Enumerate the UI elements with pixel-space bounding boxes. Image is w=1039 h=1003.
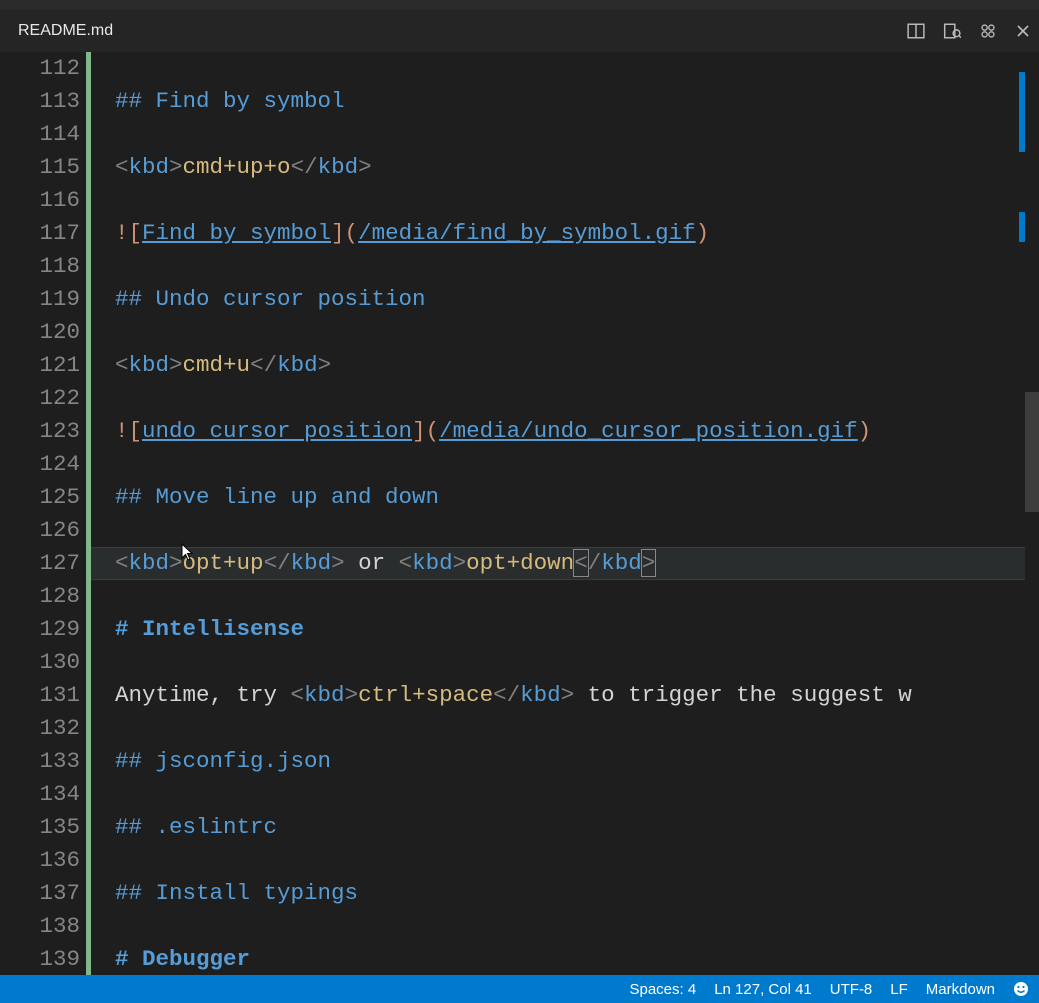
- line-number: 130: [0, 646, 80, 679]
- code-line[interactable]: # Intellisense: [115, 613, 1039, 646]
- code-line[interactable]: ## .eslintrc: [115, 811, 1039, 844]
- line-number: 136: [0, 844, 80, 877]
- status-bar: Spaces: 4 Ln 127, Col 41 UTF-8 LF Markdo…: [0, 975, 1039, 1003]
- line-number: 117: [0, 217, 80, 250]
- scrollbar-thumb[interactable]: [1025, 392, 1039, 512]
- status-eol[interactable]: LF: [890, 981, 908, 998]
- code-line[interactable]: [115, 778, 1039, 811]
- code-line[interactable]: Anytime, try <kbd>ctrl+space</kbd> to tr…: [115, 679, 1039, 712]
- line-number: 129: [0, 613, 80, 646]
- line-number: 120: [0, 316, 80, 349]
- line-number: 128: [0, 580, 80, 613]
- code-line[interactable]: [115, 250, 1039, 283]
- code-line[interactable]: [115, 646, 1039, 679]
- editor[interactable]: 1121131141151161171181191201211221231241…: [0, 52, 1039, 975]
- code-line[interactable]: ## jsconfig.json: [115, 745, 1039, 778]
- line-number: 135: [0, 811, 80, 844]
- code-line[interactable]: [115, 52, 1039, 85]
- open-preview-icon[interactable]: [943, 22, 961, 40]
- code-line[interactable]: <kbd>cmd+u</kbd>: [115, 349, 1039, 382]
- code-line[interactable]: ## Install typings: [115, 877, 1039, 910]
- window-titlebar: README.md - vscode-tips-and-tricks: [0, 0, 1039, 10]
- status-cursor-position[interactable]: Ln 127, Col 41: [714, 981, 812, 998]
- code-line[interactable]: [115, 316, 1039, 349]
- code-line[interactable]: [115, 448, 1039, 481]
- code-line[interactable]: [115, 844, 1039, 877]
- line-number-gutter: 1121131141151161171181191201211221231241…: [0, 52, 86, 975]
- code-line[interactable]: [115, 514, 1039, 547]
- line-number: 122: [0, 382, 80, 415]
- status-encoding[interactable]: UTF-8: [830, 981, 873, 998]
- line-number: 131: [0, 679, 80, 712]
- line-number: 126: [0, 514, 80, 547]
- code-line[interactable]: [115, 580, 1039, 613]
- code-line[interactable]: [115, 910, 1039, 943]
- code-area[interactable]: ## Find by symbol <kbd>cmd+up+o</kbd> ![Fi…: [91, 52, 1039, 975]
- code-line[interactable]: ## Find by symbol: [115, 85, 1039, 118]
- code-line[interactable]: [115, 712, 1039, 745]
- active-tab[interactable]: README.md: [18, 22, 113, 40]
- line-number: 138: [0, 910, 80, 943]
- line-number: 132: [0, 712, 80, 745]
- line-number: 114: [0, 118, 80, 151]
- overview-ruler: [1019, 52, 1025, 975]
- line-number: 118: [0, 250, 80, 283]
- editor-tab-bar: README.md: [0, 10, 1039, 52]
- line-number: 125: [0, 481, 80, 514]
- code-line[interactable]: [115, 382, 1039, 415]
- line-number: 133: [0, 745, 80, 778]
- line-number: 119: [0, 283, 80, 316]
- code-line[interactable]: ## Undo cursor position: [115, 283, 1039, 316]
- line-number: 115: [0, 151, 80, 184]
- split-editor-icon[interactable]: [907, 22, 925, 40]
- code-line[interactable]: <kbd>opt+up</kbd> or <kbd>opt+down</kbd>: [91, 547, 1039, 580]
- line-number: 112: [0, 52, 80, 85]
- code-line[interactable]: <kbd>cmd+up+o</kbd>: [115, 151, 1039, 184]
- code-line[interactable]: [115, 118, 1039, 151]
- line-number: 113: [0, 85, 80, 118]
- code-line[interactable]: ![undo cursor position](/media/undo_curs…: [115, 415, 1039, 448]
- line-number: 116: [0, 184, 80, 217]
- feedback-smiley-icon[interactable]: [1013, 981, 1029, 997]
- line-number: 124: [0, 448, 80, 481]
- code-line[interactable]: # Debugger: [115, 943, 1039, 975]
- line-number: 127: [0, 547, 80, 580]
- line-number: 139: [0, 943, 80, 976]
- code-line[interactable]: [115, 184, 1039, 217]
- status-language-mode[interactable]: Markdown: [926, 981, 995, 998]
- line-number: 121: [0, 349, 80, 382]
- line-number: 123: [0, 415, 80, 448]
- more-actions-icon[interactable]: [979, 22, 997, 40]
- status-indent[interactable]: Spaces: 4: [629, 981, 696, 998]
- vertical-scrollbar[interactable]: [1025, 52, 1039, 975]
- editor-actions: [907, 22, 1031, 40]
- window-title-text: README.md - vscode-tips-and-tricks: [397, 0, 642, 1]
- line-number: 137: [0, 877, 80, 910]
- code-line[interactable]: ![Find by symbol](/media/find_by_symbol.…: [115, 217, 1039, 250]
- close-editor-icon[interactable]: [1015, 23, 1031, 39]
- line-number: 134: [0, 778, 80, 811]
- code-line[interactable]: ## Move line up and down: [115, 481, 1039, 514]
